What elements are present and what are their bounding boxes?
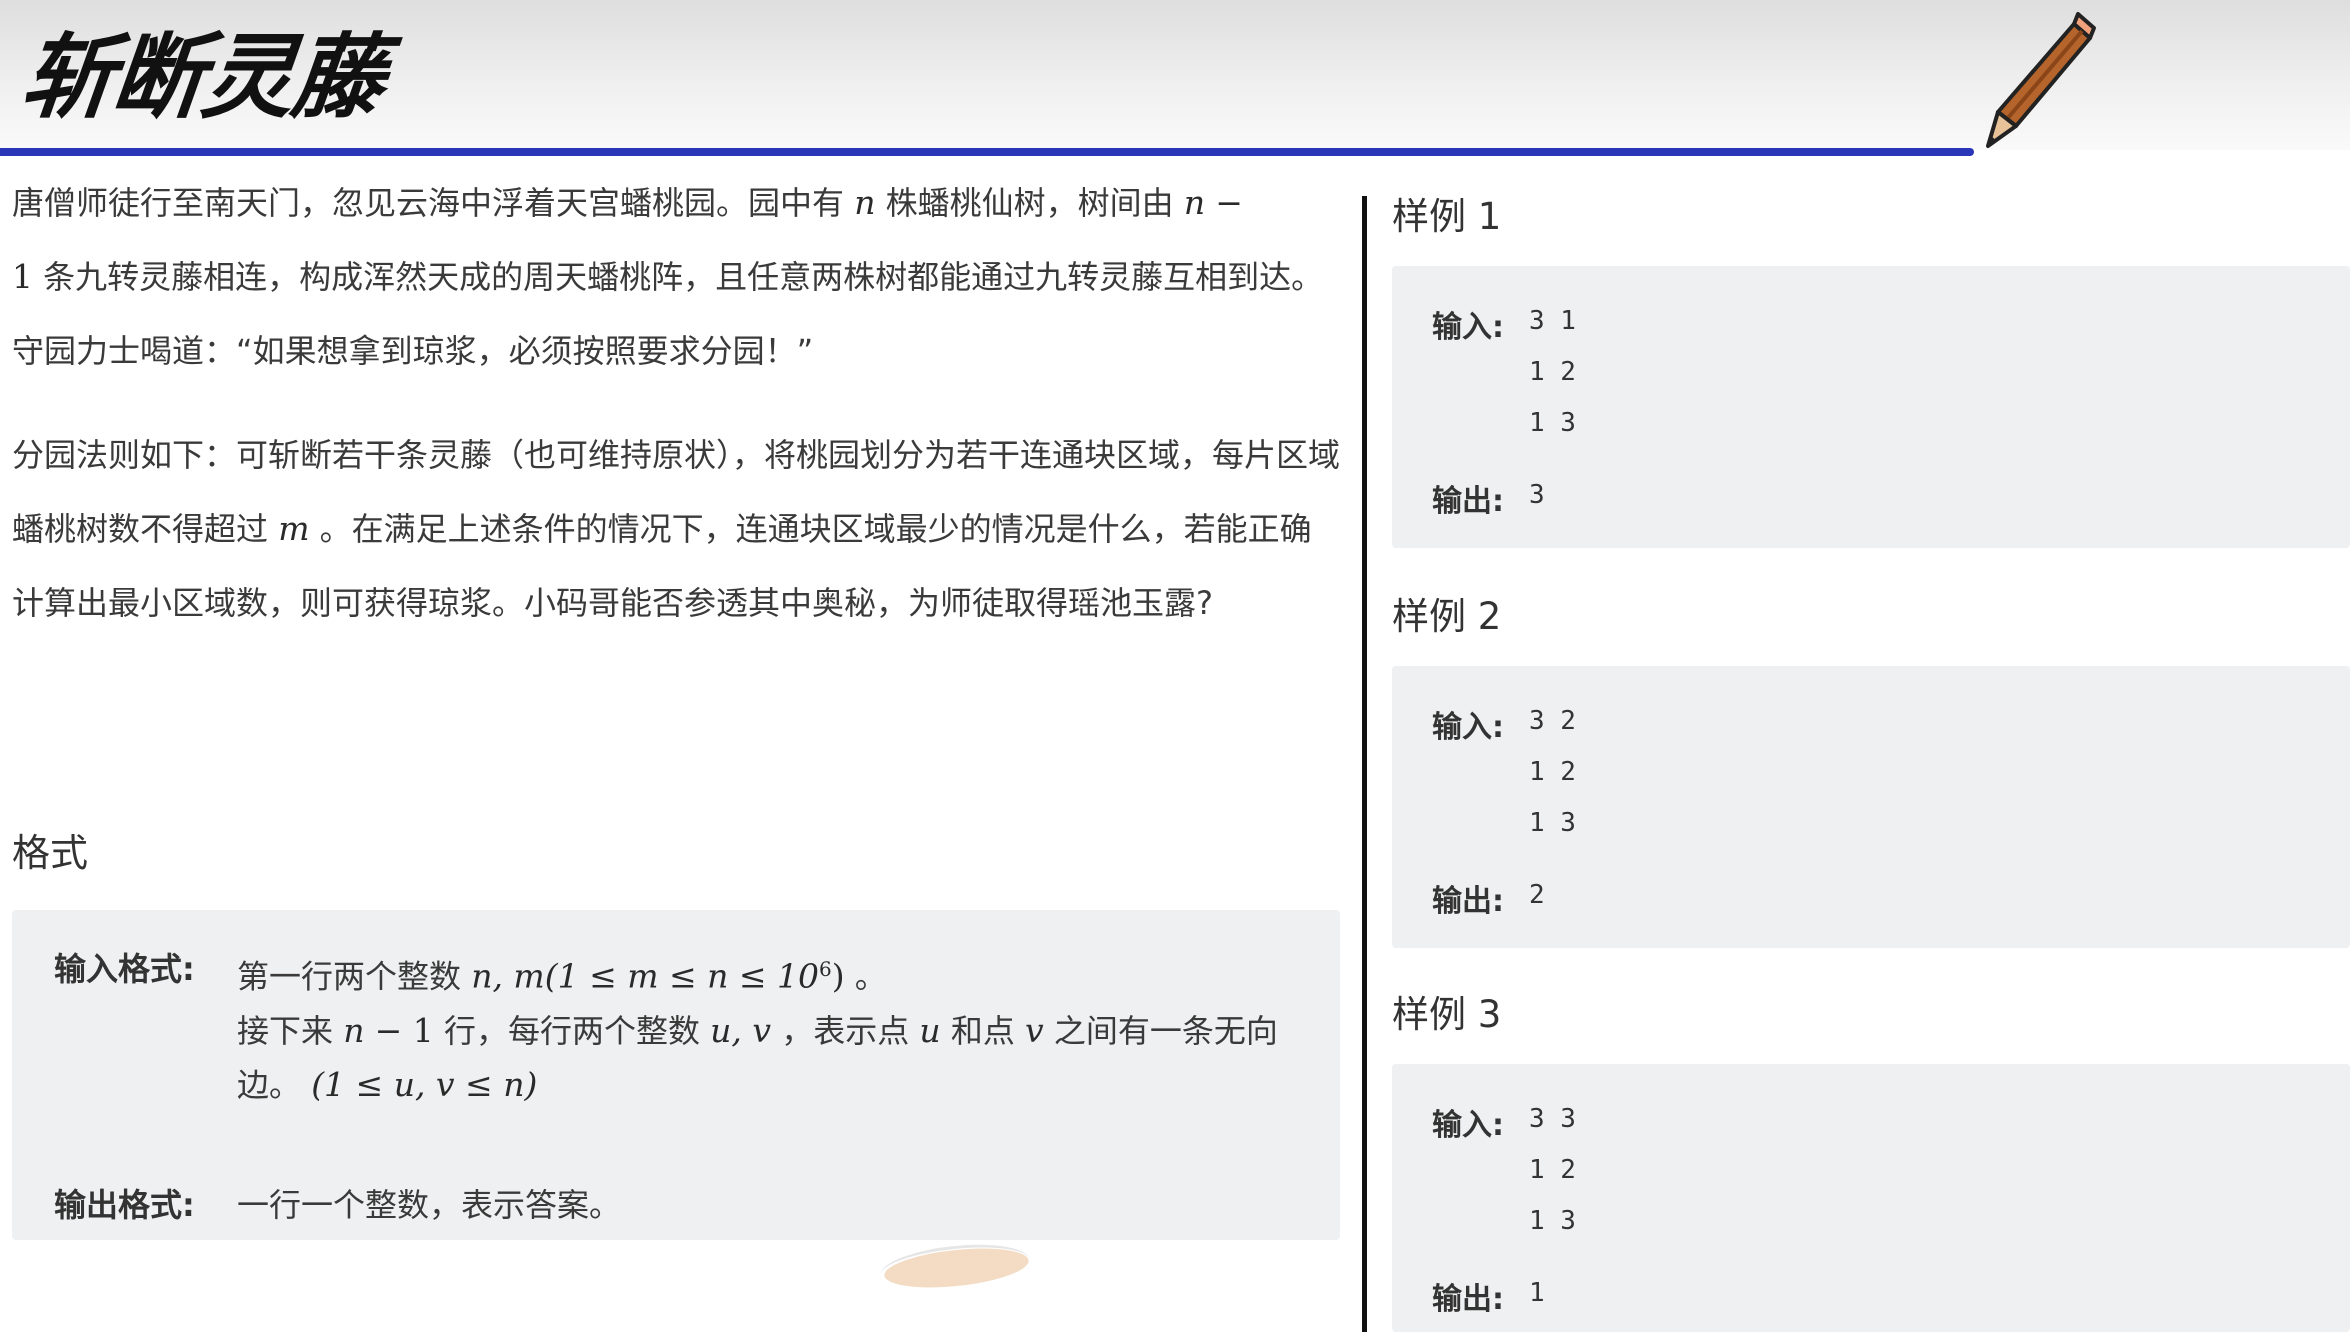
sample-output-value: 2 bbox=[1529, 880, 1545, 910]
statement-text: 唐僧师徒行至南天门，忽见云海中浮着天宫蟠桃园。园中有 bbox=[12, 184, 845, 222]
input-format-text: 第一行两个整数 n, m(1 ≤ m ≤ n ≤ 106) 。接下来 n − 1… bbox=[237, 910, 1327, 1112]
sample-input-line: 3 2 bbox=[1529, 706, 1576, 736]
sample-1-box: 输入: 3 1 1 2 1 3 输出: 3 bbox=[1392, 266, 2350, 548]
format-text: ，表示点 bbox=[781, 1011, 910, 1050]
sample-input-label: 输入: bbox=[1432, 710, 1504, 745]
sample-output-label: 输出: bbox=[1432, 1282, 1504, 1317]
math-v: v bbox=[1025, 1010, 1044, 1050]
sample-input-line: 1 3 bbox=[1529, 808, 1576, 838]
title-underline bbox=[0, 148, 1974, 156]
math-range: (1 ≤ m ≤ n ≤ 10 bbox=[544, 956, 820, 996]
problem-statement: 唐僧师徒行至南天门，忽见云海中浮着天宫蟠桃园。园中有 n 株蟠桃仙树，树间由 n… bbox=[12, 166, 1342, 640]
page-title: 斩断灵藤 bbox=[16, 24, 388, 131]
math-n: n bbox=[854, 183, 876, 222]
output-format-row: 输出格式: 一行一个整数，表示答案。 bbox=[54, 1170, 621, 1240]
sample-input-label: 输入: bbox=[1432, 1108, 1504, 1143]
format-text: 行，每行两个整数 bbox=[443, 1011, 700, 1050]
input-format-label: 输入格式: bbox=[54, 950, 195, 988]
output-format-text: 一行一个整数，表示答案。 bbox=[237, 1186, 622, 1224]
format-text: 。 bbox=[854, 957, 887, 996]
math-n: n bbox=[1183, 183, 1206, 222]
math-nm: n, m bbox=[471, 956, 545, 996]
statement-paragraph-2: 分园法则如下：可斩断若干条灵藤（也可维持原状），将桃园划分为若干连通块区域，每片… bbox=[12, 418, 1342, 640]
sample-input-label: 输入: bbox=[1432, 310, 1504, 345]
math-m: m bbox=[278, 509, 310, 548]
math-n: n bbox=[343, 1010, 365, 1050]
sample-input-line: 1 2 bbox=[1529, 757, 1576, 787]
sample-output-value: 1 bbox=[1529, 1278, 1545, 1308]
math-minus-one: − 1 bbox=[374, 1010, 434, 1050]
math-minus: − bbox=[1215, 183, 1243, 222]
format-box: 输入格式: 第一行两个整数 n, m(1 ≤ m ≤ n ≤ 106) 。接下来… bbox=[12, 910, 1340, 1240]
format-text: 第一行两个整数 bbox=[237, 957, 462, 996]
sample-output-value: 3 bbox=[1529, 480, 1545, 510]
header-bar: 斩断灵藤 bbox=[0, 0, 2350, 156]
sample-2-box: 输入: 3 2 1 2 1 3 输出: 2 bbox=[1392, 666, 2350, 948]
sample-input-line: 1 2 bbox=[1529, 357, 1576, 387]
sample-input-line: 3 1 bbox=[1529, 306, 1576, 336]
format-text: 接下来 bbox=[237, 1011, 334, 1050]
decorative-blob bbox=[882, 1242, 1031, 1294]
statement-text: 条九转灵藤相连，构成浑然天成的周天蟠桃阵，且任意两株树都能通过九转灵藤互相到达。… bbox=[12, 258, 1324, 370]
format-text: 和点 bbox=[950, 1011, 1015, 1050]
format-section-title: 格式 bbox=[12, 831, 89, 875]
sample-2-title: 样例 2 bbox=[1392, 595, 1502, 638]
sample-output-label: 输出: bbox=[1432, 884, 1504, 919]
sample-input-line: 1 2 bbox=[1529, 1155, 1576, 1185]
statement-text: 株蟠桃仙树，树间由 bbox=[885, 184, 1174, 222]
statement-paragraph-1: 唐僧师徒行至南天门，忽见云海中浮着天宫蟠桃园。园中有 n 株蟠桃仙树，树间由 n… bbox=[12, 166, 1342, 388]
sample-input-line: 1 3 bbox=[1529, 1206, 1576, 1236]
sample-input-line: 1 3 bbox=[1529, 408, 1576, 438]
math-u: u bbox=[919, 1010, 941, 1050]
output-format-label: 输出格式: bbox=[54, 1186, 195, 1224]
math-uv: u, v bbox=[710, 1010, 772, 1050]
sample-1-title: 样例 1 bbox=[1392, 195, 1502, 238]
sample-output-label: 输出: bbox=[1432, 484, 1504, 519]
math-one: 1 bbox=[12, 257, 33, 296]
problem-page: 斩断灵藤 唐僧师徒行至南天门，忽见云海中浮着天宫蟠桃园。园中有 n 株蟠桃仙树，… bbox=[0, 0, 2350, 1332]
sample-3-title: 样例 3 bbox=[1392, 993, 1502, 1036]
math-uv-range: (1 ≤ u, v ≤ n) bbox=[311, 1064, 538, 1104]
math-paren: ) bbox=[831, 956, 845, 996]
input-format-row: 输入格式: 第一行两个整数 n, m(1 ≤ m ≤ n ≤ 106) 。接下来… bbox=[54, 910, 1327, 1112]
sample-input-line: 3 3 bbox=[1529, 1104, 1576, 1134]
sample-3-box: 输入: 3 3 1 2 1 3 输出: 1 bbox=[1392, 1064, 2350, 1332]
column-divider bbox=[1362, 196, 1367, 1332]
math-exponent: 6 bbox=[819, 957, 832, 981]
pencil-icon bbox=[1986, 12, 2096, 148]
